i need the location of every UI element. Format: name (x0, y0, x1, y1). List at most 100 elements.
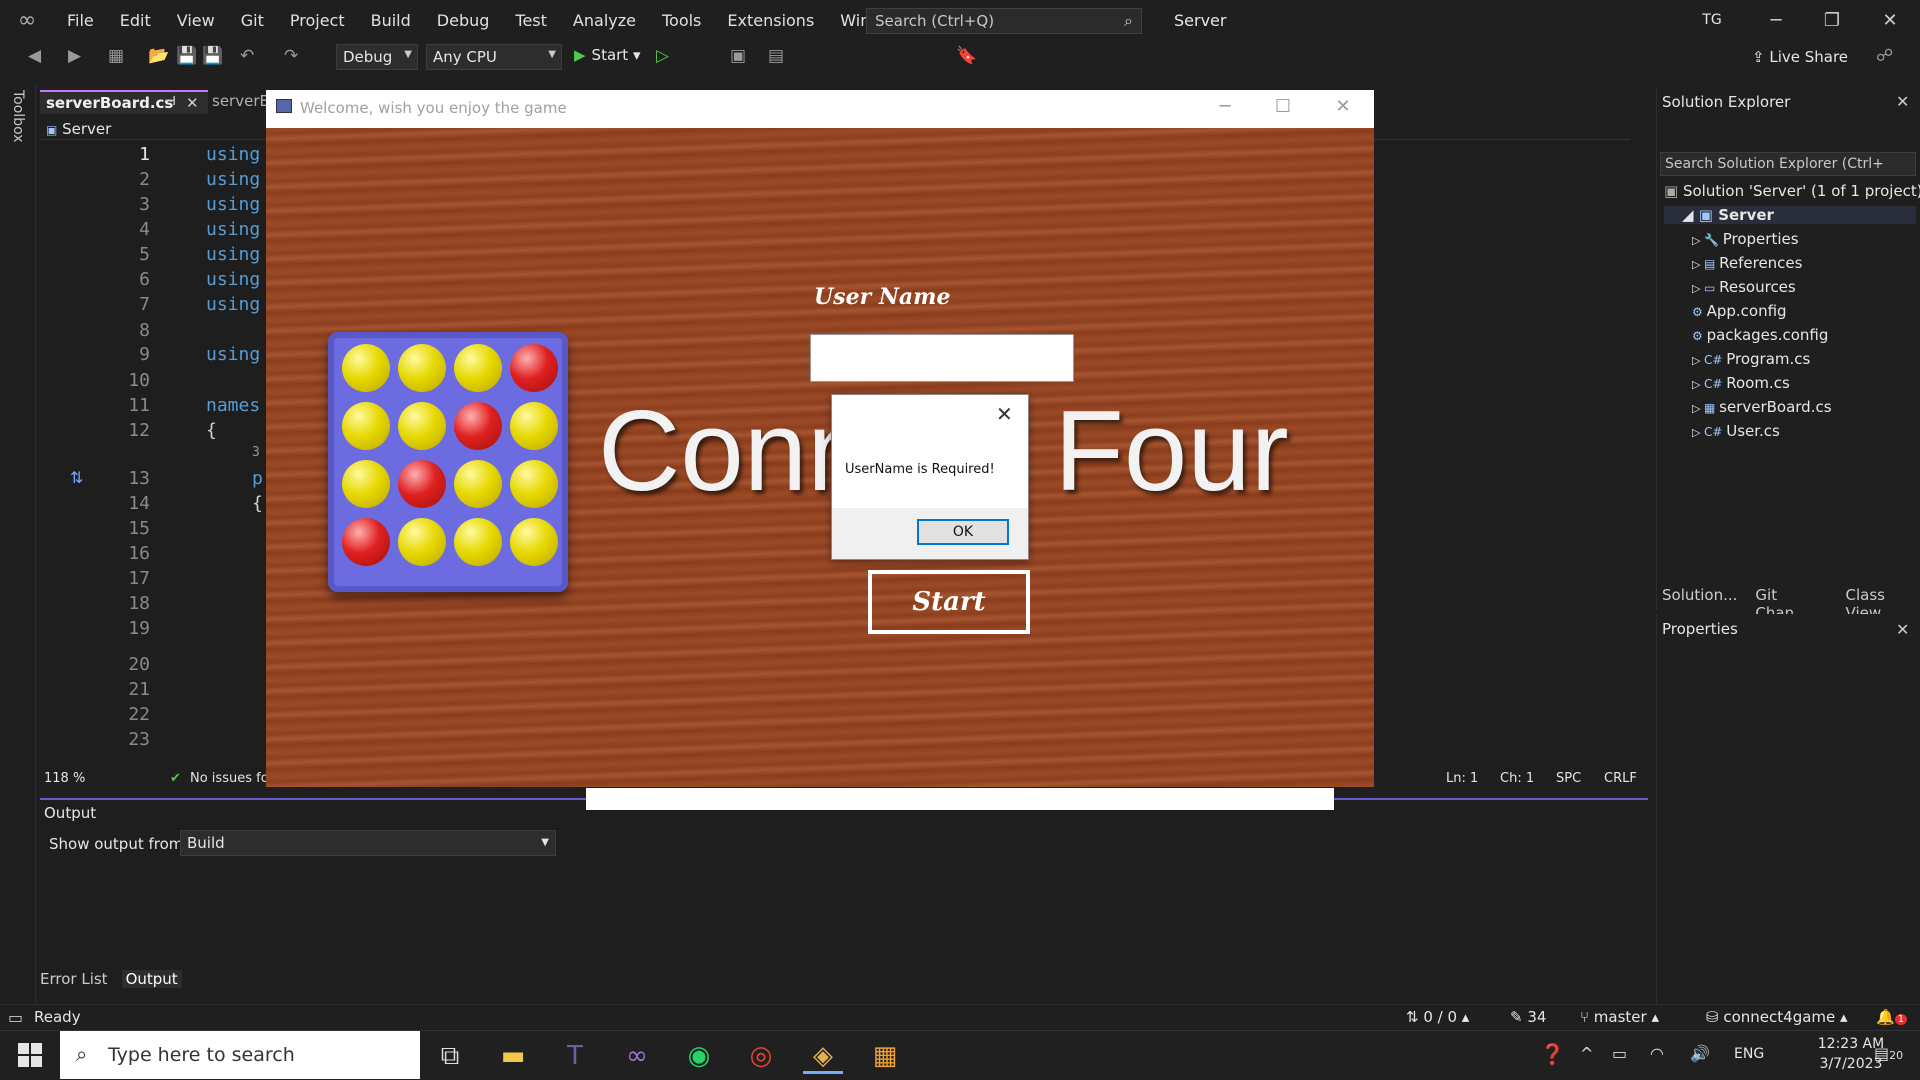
code-line[interactable]: using (206, 144, 260, 165)
visual-studio-icon[interactable]: ∞ (617, 1038, 657, 1074)
code-line[interactable]: using (206, 244, 260, 265)
live-share-button[interactable]: ⇪ Live Share (1752, 48, 1848, 66)
task-view-icon[interactable]: ⧉ (430, 1038, 470, 1074)
solution-node[interactable]: ▣ Solution 'Server' (1 of 1 project) (1664, 182, 1920, 200)
feedback-icon[interactable]: ☍ (1876, 46, 1893, 66)
menu-edit[interactable]: Edit (107, 0, 164, 42)
line-indicator[interactable]: Ln: 1 (1446, 771, 1478, 786)
close-icon[interactable]: ✕ (1896, 92, 1909, 111)
user-avatar[interactable]: TG (1698, 8, 1726, 32)
menu-extensions[interactable]: Extensions (714, 0, 827, 42)
search-input[interactable]: Search (Ctrl+Q) ⌕ (866, 8, 1142, 34)
show-hidden-icons-icon[interactable]: ^ (1580, 1044, 1593, 1063)
solution-item-packages-config[interactable]: ⚙ packages.config (1692, 326, 1828, 344)
code-line[interactable]: using (206, 194, 260, 215)
code-line[interactable]: { (206, 420, 217, 441)
chrome-icon[interactable]: ◎ (741, 1038, 781, 1074)
dialog-ok-button[interactable]: OK (917, 519, 1009, 545)
browse-icon[interactable]: ▣ (730, 46, 746, 66)
layout-icon[interactable]: ▤ (768, 46, 784, 66)
dialog-close-icon[interactable]: ✕ (996, 402, 1013, 426)
close-icon[interactable]: ✕ (1896, 620, 1909, 639)
open-folder-icon[interactable]: 📂 (148, 46, 169, 66)
volume-icon[interactable]: 🔊 (1690, 1044, 1710, 1063)
expand-icon[interactable]: ▷ (1692, 282, 1704, 295)
tab-output[interactable]: Output (121, 970, 182, 988)
close-icon[interactable]: ✕ (1328, 96, 1358, 120)
edits-indicator[interactable]: ✎ 34 (1510, 1008, 1546, 1026)
new-project-icon[interactable]: ▦ (108, 46, 124, 66)
solution-item-room-cs[interactable]: ▷ C# Room.cs (1692, 374, 1790, 392)
line-ending-indicator[interactable]: CRLF (1604, 771, 1637, 786)
solution-item-app-config[interactable]: ⚙ App.config (1692, 302, 1787, 320)
project-nav-dropdown[interactable]: ▣ Server (46, 120, 111, 138)
redo-icon[interactable]: ↷ (284, 46, 298, 66)
project-node[interactable]: ◢ ▣ Server (1664, 206, 1916, 224)
visual-studio-logo-icon[interactable]: ∞ (14, 8, 40, 34)
battery-icon[interactable]: ▭ (1612, 1044, 1627, 1063)
paint-app-icon[interactable]: ▦ (865, 1038, 905, 1074)
code-line[interactable]: using (206, 344, 260, 365)
expand-icon[interactable]: ▷ (1692, 258, 1704, 271)
repository-selector[interactable]: ⛁ connect4game ▴ (1706, 1008, 1848, 1026)
start-without-debugging-icon[interactable]: ▷ (656, 46, 669, 66)
start-debugging-button[interactable]: ▶ Start ▾ (574, 46, 641, 64)
menu-debug[interactable]: Debug (424, 0, 503, 42)
save-icon[interactable]: 💾 (176, 46, 197, 66)
menu-test[interactable]: Test (502, 0, 560, 42)
code-line[interactable]: using (206, 269, 260, 290)
language-indicator[interactable]: ENG (1734, 1046, 1764, 1062)
menu-tools[interactable]: Tools (649, 0, 714, 42)
menu-file[interactable]: File (54, 0, 107, 42)
taskbar-search-box[interactable]: ⌕ Type here to search (60, 1031, 420, 1079)
bookmark-icon[interactable]: 🔖 (956, 46, 977, 66)
wifi-icon[interactable]: ◠ (1650, 1044, 1664, 1063)
username-input[interactable] (810, 334, 1074, 382)
solution-item-properties[interactable]: ▷ 🔧 Properties (1692, 230, 1799, 248)
whatsapp-icon[interactable]: ◉ (679, 1038, 719, 1074)
maximize-icon[interactable]: ☐ (1268, 96, 1298, 120)
minimize-icon[interactable]: ─ (1756, 6, 1796, 36)
issues-indicator[interactable]: No issues fo (190, 771, 269, 786)
close-tab-icon[interactable]: ✕ (186, 94, 199, 112)
notification-center-icon[interactable]: ▤20 (1874, 1044, 1903, 1063)
breakpoint-glyph-icon[interactable]: ⇅ (70, 468, 83, 487)
output-source-select[interactable]: Build ▼ (180, 830, 556, 856)
menu-git[interactable]: Git (228, 0, 277, 42)
code-line[interactable]: { (252, 493, 263, 514)
expand-icon[interactable]: ▷ (1692, 426, 1704, 439)
expand-icon[interactable]: ▷ (1692, 378, 1704, 391)
menu-view[interactable]: View (164, 0, 228, 42)
solution-item-user-cs[interactable]: ▷ C# User.cs (1692, 422, 1780, 440)
platform-select[interactable]: Any CPU ▼ (426, 44, 562, 70)
close-icon[interactable]: ✕ (1870, 6, 1910, 36)
code-line[interactable]: names (206, 395, 260, 416)
code-line[interactable]: p (252, 468, 263, 489)
teams-icon[interactable]: T (555, 1038, 595, 1074)
solution-item-references[interactable]: ▷ ▤ References (1692, 254, 1802, 272)
windows-start-icon[interactable] (18, 1043, 42, 1067)
tab-serverboard[interactable]: serverBoard.cs ⊣ ✕ (40, 90, 208, 114)
expand-icon[interactable]: ▷ (1692, 354, 1704, 367)
pin-icon[interactable]: ⊣ (164, 94, 176, 109)
menu-build[interactable]: Build (358, 0, 424, 42)
configuration-select[interactable]: Debug ▼ (336, 44, 418, 70)
expand-icon[interactable]: ▷ (1692, 234, 1704, 247)
references-codelens[interactable]: 3 (252, 445, 260, 460)
minimize-icon[interactable]: ─ (1210, 96, 1240, 120)
branch-selector[interactable]: ⑂ master ▴ (1580, 1008, 1659, 1026)
maximize-icon[interactable]: ❐ (1812, 6, 1852, 36)
column-indicator[interactable]: Ch: 1 (1500, 771, 1534, 786)
code-line[interactable]: using (206, 294, 260, 315)
menu-project[interactable]: Project (277, 0, 358, 42)
file-explorer-icon[interactable]: ▬ (493, 1038, 533, 1074)
notifications-button[interactable]: 🔔 1 (1876, 1008, 1908, 1026)
search-icon[interactable]: ⌕ (1124, 11, 1133, 31)
help-tray-icon[interactable]: ❓ (1540, 1042, 1565, 1066)
solution-item-resources[interactable]: ▷ ▭ Resources (1692, 278, 1796, 296)
zoom-level[interactable]: 118 % (44, 771, 85, 786)
menu-analyze[interactable]: Analyze (560, 0, 649, 42)
whitespace-indicator[interactable]: SPC (1556, 771, 1581, 786)
start-game-button[interactable]: Start (868, 570, 1030, 634)
save-all-icon[interactable]: 💾 (202, 46, 223, 66)
